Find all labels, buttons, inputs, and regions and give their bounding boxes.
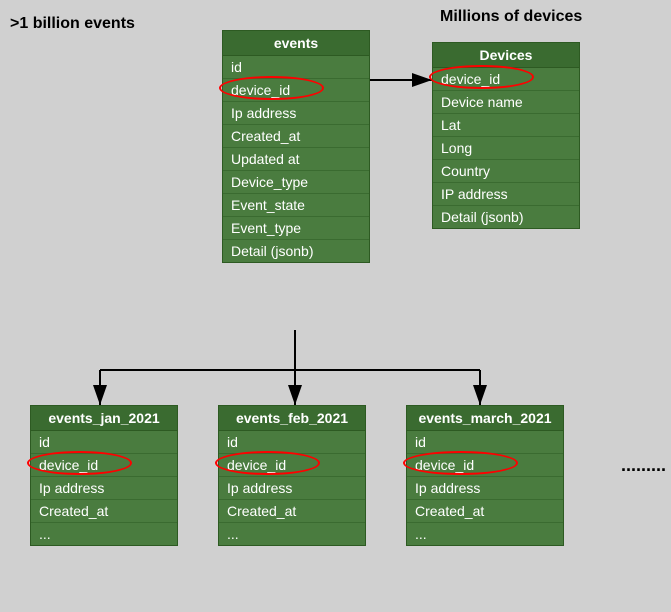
events-feb-ip: Ip address — [219, 477, 365, 500]
devices-row-device-id: device_id — [433, 68, 579, 91]
millions-devices-label: Millions of devices — [440, 8, 582, 26]
events-march-ip: Ip address — [407, 477, 563, 500]
events-feb-device-id: device_id — [219, 454, 365, 477]
events-march-created: Created_at — [407, 500, 563, 523]
events-march-header: events_march_2021 — [407, 406, 563, 431]
events-jan-device-id: device_id — [31, 454, 177, 477]
events-march-ellipsis: ... — [407, 523, 563, 545]
events-row-detail: Detail (jsonb) — [223, 240, 369, 262]
devices-row-ip: IP address — [433, 183, 579, 206]
more-tables-ellipsis: ......... — [621, 455, 666, 476]
events-jan-header: events_jan_2021 — [31, 406, 177, 431]
devices-row-country: Country — [433, 160, 579, 183]
events-row-device-id: device_id — [223, 79, 369, 102]
devices-table-header: Devices — [433, 43, 579, 68]
events-feb-created: Created_at — [219, 500, 365, 523]
events-row-event-type: Event_type — [223, 217, 369, 240]
events-jan-ellipsis: ... — [31, 523, 177, 545]
events-row-device-type: Device_type — [223, 171, 369, 194]
events-row-id: id — [223, 56, 369, 79]
events-row-created: Created_at — [223, 125, 369, 148]
events-jan-ip: Ip address — [31, 477, 177, 500]
events-row-ip: Ip address — [223, 102, 369, 125]
events-feb-table: events_feb_2021 id device_id Ip address … — [218, 405, 366, 546]
events-feb-header: events_feb_2021 — [219, 406, 365, 431]
billion-events-label: >1 billion events — [10, 15, 135, 33]
events-jan-id: id — [31, 431, 177, 454]
events-row-event-state: Event_state — [223, 194, 369, 217]
devices-row-long: Long — [433, 137, 579, 160]
events-row-updated: Updated at — [223, 148, 369, 171]
events-jan-table: events_jan_2021 id device_id Ip address … — [30, 405, 178, 546]
events-march-id: id — [407, 431, 563, 454]
events-march-device-id: device_id — [407, 454, 563, 477]
events-jan-created: Created_at — [31, 500, 177, 523]
events-table: events id device_id Ip address Created_a… — [222, 30, 370, 263]
events-table-header: events — [223, 31, 369, 56]
events-march-table: events_march_2021 id device_id Ip addres… — [406, 405, 564, 546]
devices-table: Devices device_id Device name Lat Long C… — [432, 42, 580, 229]
devices-row-lat: Lat — [433, 114, 579, 137]
events-feb-ellipsis: ... — [219, 523, 365, 545]
devices-row-detail: Detail (jsonb) — [433, 206, 579, 228]
diagram: >1 billion events Millions of devices ev… — [0, 0, 671, 612]
events-feb-id: id — [219, 431, 365, 454]
devices-row-name: Device name — [433, 91, 579, 114]
